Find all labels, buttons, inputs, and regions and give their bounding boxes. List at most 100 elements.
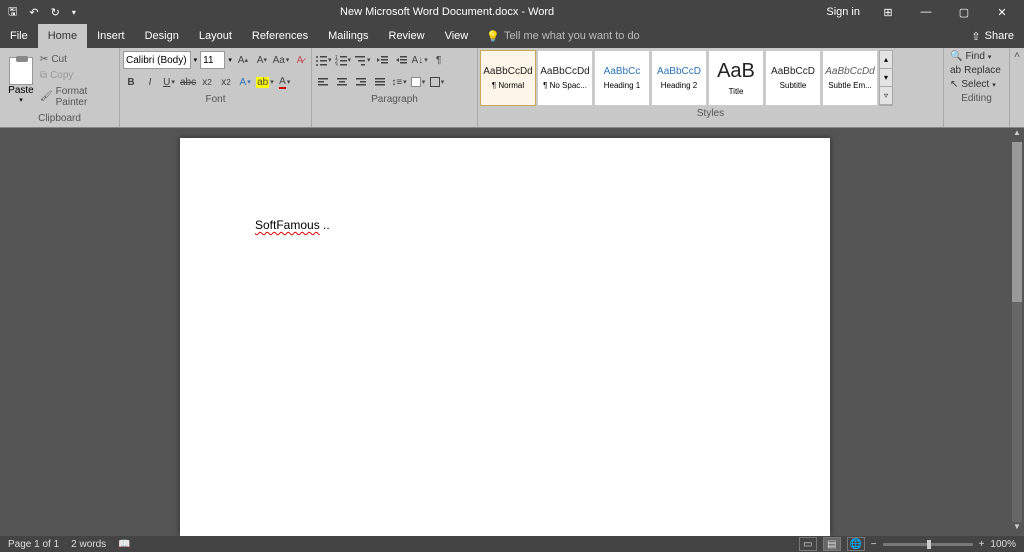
tab-view[interactable]: View [435,24,479,48]
window-title: New Microsoft Word Document.docx - Word [76,6,819,18]
style-item[interactable]: AaBbCcDd Subtle Em... [822,50,878,106]
italic-button[interactable]: I [142,73,158,91]
show-marks-button[interactable]: ¶ [431,51,447,69]
document-text[interactable]: SoftFamous .. [255,218,330,232]
tab-review[interactable]: Review [379,24,435,48]
group-label-paragraph: Paragraph [312,94,477,108]
chevron-down-icon[interactable]: ▾ [194,56,198,64]
style-name: Subtle Em... [828,81,872,90]
replace-button[interactable]: abReplace [950,65,1003,76]
style-item[interactable]: AaBbCcDSubtitle [765,50,821,106]
borders-button[interactable] [429,73,445,91]
tellme-search[interactable]: 💡 Tell me what you want to do [486,30,639,43]
style-item[interactable]: AaBbCcDHeading 2 [651,50,707,106]
minimize-button[interactable]: — [908,0,944,24]
style-item[interactable]: AaBTitle [708,50,764,106]
format-painter-button[interactable]: 🖌Format Painter [40,86,113,108]
font-color-button[interactable]: A [277,73,293,91]
collapse-ribbon-button[interactable]: ˄ [1010,48,1024,127]
numbering-button[interactable]: 123 [335,51,352,69]
copy-button[interactable]: ⧉Copy [40,70,113,81]
document-page[interactable]: SoftFamous .. [180,138,830,536]
status-words[interactable]: 2 words [71,539,106,550]
sort-button[interactable]: A↓ [412,51,428,69]
share-button[interactable]: ⇧ Share [971,30,1014,43]
status-page[interactable]: Page 1 of 1 [8,539,59,550]
style-item[interactable]: AaBbCcDd¶ No Spac... [537,50,593,106]
increase-indent-button[interactable] [393,51,409,69]
read-mode-button[interactable]: ▭ [799,537,817,551]
scroll-down-icon[interactable]: ▼ [1010,522,1024,536]
style-item[interactable]: AaBbCcDd¶ Normal [480,50,536,106]
cut-button[interactable]: ✂Cut [40,54,113,65]
superscript-button[interactable]: x2 [218,73,234,91]
search-icon: 🔍 [950,51,962,62]
tab-insert[interactable]: Insert [87,24,135,48]
print-layout-button[interactable]: ▤ [823,537,841,551]
font-size-combo[interactable]: 11 [200,51,225,69]
font-name-combo[interactable]: Calibri (Body) [123,51,191,69]
tab-home[interactable]: Home [38,24,87,48]
statusbar: Page 1 of 1 2 words 📖 ▭ ▤ 🌐 − + 100% [0,536,1024,552]
ribbon-display-icon[interactable]: ⊞ [870,0,906,24]
vertical-scrollbar[interactable]: ▲ ▼ [1010,128,1024,536]
align-right-button[interactable] [353,73,369,91]
close-button[interactable]: ✕ [984,0,1020,24]
styles-more-button[interactable]: ▴▾▿ [879,50,893,106]
tab-mailings[interactable]: Mailings [318,24,378,48]
save-icon[interactable]: 🖫 [8,3,17,22]
share-label: Share [985,30,1014,42]
spellcheck-icon[interactable]: 📖 [118,539,130,550]
zoom-in-button[interactable]: + [979,539,985,550]
highlight-button[interactable]: ab [256,73,274,91]
signin-button[interactable]: Sign in [818,0,868,24]
grow-font-button[interactable]: A▴ [235,51,251,69]
zoom-out-button[interactable]: − [871,539,877,550]
paste-button[interactable]: Paste ▾ [4,50,38,111]
strikethrough-button[interactable]: abc [180,73,196,91]
change-case-button[interactable]: Aa [273,51,289,69]
undo-icon[interactable]: ↶ [29,6,38,19]
scrollbar-thumb[interactable] [1012,142,1022,302]
web-layout-button[interactable]: 🌐 [847,537,865,551]
bullets-button[interactable] [315,51,332,69]
align-center-button[interactable] [334,73,350,91]
style-name: ¶ Normal [492,81,524,90]
style-preview: AaBbCcDd [825,66,874,77]
styles-gallery[interactable]: AaBbCcDd¶ NormalAaBbCcDd¶ No Spac...AaBb… [478,48,943,108]
style-item[interactable]: AaBbCcHeading 1 [594,50,650,106]
find-button[interactable]: 🔍Find▾ [950,51,1003,62]
shrink-font-button[interactable]: A▾ [254,51,270,69]
select-button[interactable]: ↖Select▾ [950,79,1003,90]
group-editing: 🔍Find▾ abReplace ↖Select▾ Editing [944,48,1010,127]
scissors-icon: ✂ [40,54,48,65]
redo-icon[interactable]: ↻ [51,6,60,19]
zoom-level[interactable]: 100% [990,539,1016,550]
zoom-slider[interactable] [883,543,973,546]
scroll-up-icon[interactable]: ▲ [1010,128,1024,142]
chevron-down-icon[interactable]: ▾ [228,56,232,64]
lightbulb-icon: 💡 [486,30,500,43]
document-workspace[interactable]: SoftFamous .. [0,128,1010,536]
decrease-indent-button[interactable] [374,51,390,69]
tab-design[interactable]: Design [135,24,189,48]
style-preview: AaB [717,60,755,83]
justify-button[interactable] [372,73,388,91]
underline-button[interactable]: U [161,73,177,91]
tab-file[interactable]: File [0,24,38,48]
bold-button[interactable]: B [123,73,139,91]
tab-layout[interactable]: Layout [189,24,242,48]
group-label-clipboard: Clipboard [0,113,119,127]
clear-formatting-button[interactable]: A̷ [292,51,308,69]
shading-button[interactable] [410,73,426,91]
align-left-button[interactable] [315,73,331,91]
style-name: Subtitle [780,81,807,90]
multilevel-list-button[interactable] [354,51,371,69]
line-spacing-button[interactable]: ↕≡ [391,73,407,91]
text-effects-button[interactable]: A [237,73,253,91]
maximize-button[interactable]: ▢ [946,0,982,24]
tab-references[interactable]: References [242,24,318,48]
subscript-button[interactable]: x2 [199,73,215,91]
chevron-down-icon: ▾ [19,96,23,104]
group-paragraph: 123 A↓ ¶ ↕≡ Paragraph [312,48,478,127]
